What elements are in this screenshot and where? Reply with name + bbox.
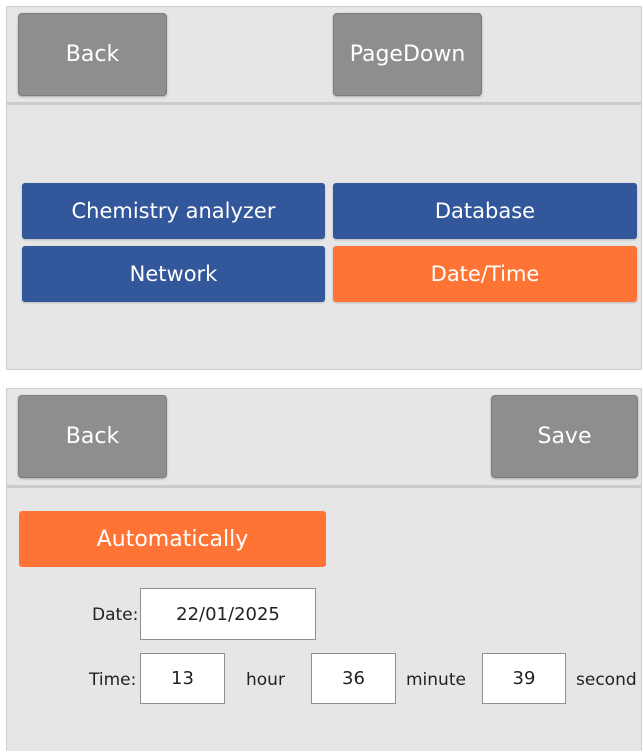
save-button[interactable]: Save <box>491 395 638 478</box>
automatically-button[interactable]: Automatically <box>19 511 326 567</box>
menu-item-network[interactable]: Network <box>22 246 325 302</box>
page-down-button[interactable]: PageDown <box>333 13 482 96</box>
time-label: Time: <box>89 670 137 690</box>
minute-field[interactable]: 36 <box>311 653 396 704</box>
menu-item-date-time[interactable]: Date/Time <box>333 246 637 302</box>
back-button[interactable]: Back <box>18 13 167 96</box>
date-field[interactable]: 22/01/2025 <box>140 588 316 640</box>
menu-item-chemistry-analyzer[interactable]: Chemistry analyzer <box>22 183 325 239</box>
hour-field[interactable]: 13 <box>140 653 225 704</box>
menu-item-database[interactable]: Database <box>333 183 637 239</box>
date-label: Date: <box>92 605 139 625</box>
minute-unit-label: minute <box>406 670 466 690</box>
hour-unit-label: hour <box>246 670 285 690</box>
second-unit-label: second <box>576 670 637 690</box>
toolbar-divider <box>7 485 641 488</box>
toolbar-divider <box>7 102 641 105</box>
settings-menu-screen: Back PageDown Chemistry analyzer Databas… <box>6 6 642 370</box>
date-time-settings-screen: Back Save Automatically Date: 22/01/2025… <box>6 388 642 751</box>
second-field[interactable]: 39 <box>482 653 566 704</box>
back-button[interactable]: Back <box>18 395 167 478</box>
